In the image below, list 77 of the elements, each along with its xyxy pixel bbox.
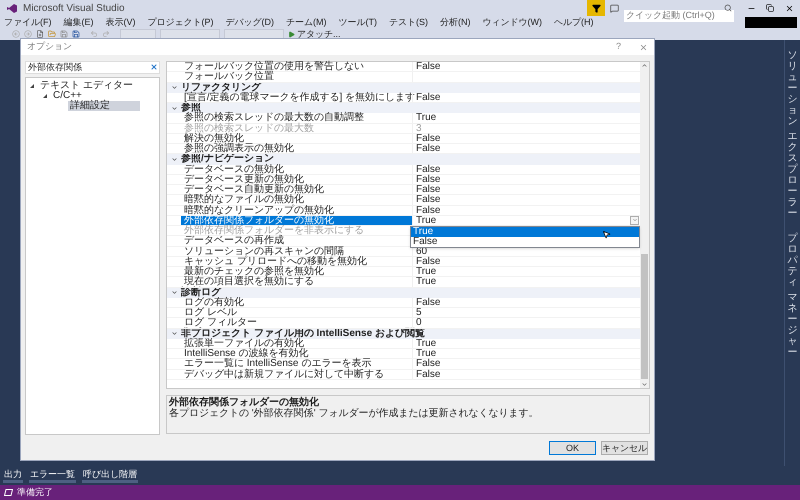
property-value[interactable]: True xyxy=(413,349,640,358)
property-label[interactable]: キャッシュ プリロードへの移動を無効化 xyxy=(181,256,412,266)
property-value[interactable]: 5 xyxy=(413,308,640,318)
menu-item[interactable]: ウィンドウ(W) xyxy=(482,17,542,27)
dropdown-option[interactable]: False xyxy=(411,237,639,247)
menu-item[interactable]: ヘルプ(H) xyxy=(554,17,594,27)
side-panel-tab[interactable]: マネージャー xyxy=(788,292,798,358)
property-value[interactable]: False xyxy=(413,144,640,154)
property-value[interactable]: False xyxy=(413,134,640,143)
property-label[interactable]: 暗黙的なファイルの無効化 xyxy=(181,195,412,204)
property-value[interactable]: False xyxy=(413,185,640,194)
property-value[interactable]: False xyxy=(413,174,640,184)
property-label[interactable]: エラー一覧に IntelliSense のエラーを表示 xyxy=(181,359,412,368)
tree-item[interactable]: テキスト エディター xyxy=(38,81,163,91)
dropdown-option[interactable]: True xyxy=(411,227,639,237)
side-panel-tab[interactable]: エクスプローラー xyxy=(788,131,798,219)
property-label[interactable]: 参照の検索スレッドの最大数の自動調整 xyxy=(181,113,412,122)
menu-item[interactable]: デバッグ(D) xyxy=(226,17,274,27)
property-label[interactable]: ログ フィルター xyxy=(181,318,412,328)
window-title: Microsoft Visual Studio xyxy=(23,2,125,16)
property-value[interactable]: False xyxy=(413,92,640,102)
dialog-title: オプション xyxy=(27,40,72,54)
menu-item[interactable]: ツール(T) xyxy=(338,17,377,27)
menu-item[interactable]: チーム(M) xyxy=(286,17,326,27)
property-label[interactable]: 最新のチェックの参照を無効化 xyxy=(181,267,412,276)
property-value[interactable]: True xyxy=(413,113,640,122)
menu-item[interactable]: テスト(S) xyxy=(389,17,428,27)
property-value[interactable]: False xyxy=(413,62,640,72)
property-value[interactable]: True xyxy=(413,338,640,348)
property-label[interactable]: ソリューションの再スキャンの間隔 xyxy=(181,246,412,256)
property-label[interactable]: データベースの再作成 xyxy=(181,236,412,246)
side-panel-tab[interactable]: ソリューション xyxy=(788,50,798,127)
property-value[interactable]: False xyxy=(413,256,640,266)
quick-launch-field[interactable]: クイック起動 (Ctrl+Q) xyxy=(624,10,734,22)
property-label[interactable]: フォールバック位置 xyxy=(181,72,412,82)
dialog-button[interactable]: キャンセル xyxy=(601,441,648,455)
property-label[interactable]: 解決の無効化 xyxy=(181,134,412,143)
tree-item[interactable]: C/C++ xyxy=(51,91,112,101)
tree-item[interactable]: 詳細設定 xyxy=(68,101,140,111)
property-value[interactable]: False xyxy=(413,359,640,368)
property-value[interactable]: False xyxy=(413,370,640,379)
property-label[interactable]: 暗黙的なクリーンアップの無効化 xyxy=(181,206,412,215)
dialog-button[interactable]: OK xyxy=(549,441,596,455)
property-value[interactable]: 0 xyxy=(413,318,640,328)
property-value[interactable]: True xyxy=(413,216,640,225)
dropdown-list[interactable]: True False xyxy=(410,226,640,248)
search-field[interactable]: 外部依存関係 xyxy=(25,61,160,74)
property-label[interactable]: フォールバック位置の使用を警告しない xyxy=(181,62,412,72)
description-title: 外部依存関係フォルダーの無効化 xyxy=(169,397,320,408)
property-label[interactable]: ログの有効化 xyxy=(181,298,412,307)
property-label[interactable]: ログ レベル xyxy=(181,308,412,318)
property-value[interactable]: True xyxy=(413,267,640,276)
menu-item[interactable]: 分析(N) xyxy=(440,17,470,27)
menu-item[interactable]: プロジェクト(P) xyxy=(148,17,214,27)
property-label[interactable]: [宣言/定義の電球マークを作成する] を無効にします xyxy=(181,92,412,102)
property-value[interactable]: True xyxy=(413,277,640,286)
side-panel-tab[interactable]: プロパティ xyxy=(788,233,798,288)
property-label[interactable]: データベース自動更新の無効化 xyxy=(181,185,412,194)
property-label[interactable]: 外部依存関係フォルダーの無効化 xyxy=(181,216,412,225)
status-text: 準備完了 xyxy=(17,486,53,499)
menu-item[interactable]: ファイル(F) xyxy=(4,17,52,27)
property-value[interactable]: False xyxy=(413,195,640,204)
property-value[interactable]: False xyxy=(413,164,640,174)
property-label[interactable]: データベースの無効化 xyxy=(181,164,412,174)
menu-item[interactable]: 編集(E) xyxy=(64,17,94,27)
property-label[interactable]: 参照の強調表示の無効化 xyxy=(181,144,412,154)
property-label[interactable]: IntelliSense の波線を有効化 xyxy=(181,349,412,358)
property-label[interactable]: データベース更新の無効化 xyxy=(181,174,412,184)
property-value[interactable]: False xyxy=(413,206,640,215)
menu-item[interactable]: 表示(V) xyxy=(106,17,136,27)
property-label[interactable]: デバッグ中は新規ファイルに対して中断する xyxy=(181,370,412,379)
description-text: 各プロジェクトの '外部依存関係' フォルダーが作成または更新されなくなります。 xyxy=(169,408,540,419)
attach-button[interactable]: アタッチ... xyxy=(288,29,341,39)
property-label[interactable]: 拡張単一ファイルの有効化 xyxy=(181,338,412,348)
property-value[interactable]: False xyxy=(413,298,640,307)
property-label[interactable]: 現在の項目選択を無効にする xyxy=(181,277,412,286)
help-button[interactable]: ? xyxy=(616,40,621,54)
